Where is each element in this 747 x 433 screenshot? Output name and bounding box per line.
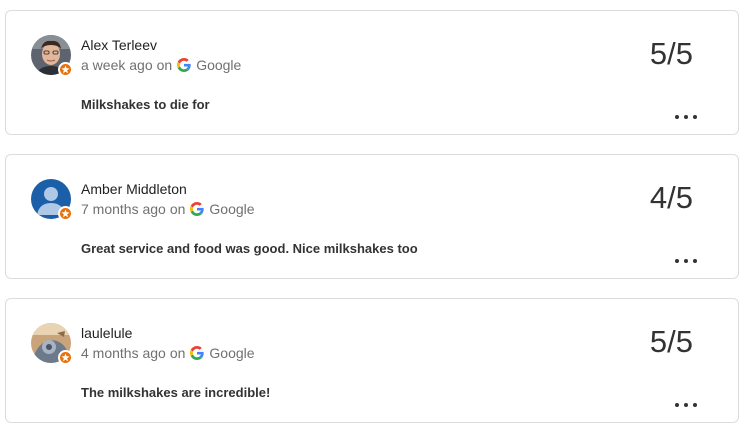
reviews-list: Alex Terleev a week ago on Google Milksh… <box>0 0 747 433</box>
review-on-label: on <box>169 201 186 217</box>
avatar[interactable] <box>31 35 73 77</box>
dot-icon <box>693 259 697 263</box>
dot-icon <box>693 403 697 407</box>
local-guide-badge-icon <box>58 350 73 365</box>
google-icon <box>190 202 205 216</box>
review-source: Google <box>209 201 255 217</box>
dot-icon <box>684 259 688 263</box>
author-name[interactable]: Alex Terleev <box>81 37 157 53</box>
review-card: laulelule 4 months ago on Google The mil… <box>5 298 739 423</box>
dot-icon <box>675 259 679 263</box>
review-on-label: on <box>169 345 186 361</box>
review-meta: 7 months ago on Google <box>81 201 255 217</box>
review-on-label: on <box>156 57 173 73</box>
review-text: Milkshakes to die for <box>81 97 210 112</box>
author-name[interactable]: laulelule <box>81 325 132 341</box>
review-source: Google <box>196 57 242 73</box>
author-name[interactable]: Amber Middleton <box>81 181 187 197</box>
local-guide-badge-icon <box>58 206 73 221</box>
review-time: 4 months ago <box>81 345 166 361</box>
dot-icon <box>693 115 697 119</box>
review-meta: 4 months ago on Google <box>81 345 255 361</box>
more-options-button[interactable] <box>675 112 697 122</box>
review-card: Amber Middleton 7 months ago on Google G… <box>5 154 739 279</box>
review-text: The milkshakes are incredible! <box>81 385 271 400</box>
review-card: Alex Terleev a week ago on Google Milksh… <box>5 10 739 135</box>
review-time: a week ago <box>81 57 153 73</box>
more-options-button[interactable] <box>675 256 697 266</box>
google-icon <box>190 346 205 360</box>
review-time: 7 months ago <box>81 201 166 217</box>
dot-icon <box>684 403 688 407</box>
review-meta: a week ago on Google <box>81 57 241 73</box>
review-source: Google <box>209 345 255 361</box>
dot-icon <box>684 115 688 119</box>
review-score: 5/5 <box>649 36 693 71</box>
avatar[interactable] <box>31 323 73 365</box>
review-text: Great service and food was good. Nice mi… <box>81 241 418 256</box>
local-guide-badge-icon <box>58 62 73 77</box>
dot-icon <box>675 403 679 407</box>
dot-icon <box>675 115 679 119</box>
review-score: 5/5 <box>649 324 693 359</box>
review-score: 4/5 <box>649 180 693 215</box>
more-options-button[interactable] <box>675 400 697 410</box>
avatar[interactable] <box>31 179 73 221</box>
google-icon <box>177 58 191 72</box>
